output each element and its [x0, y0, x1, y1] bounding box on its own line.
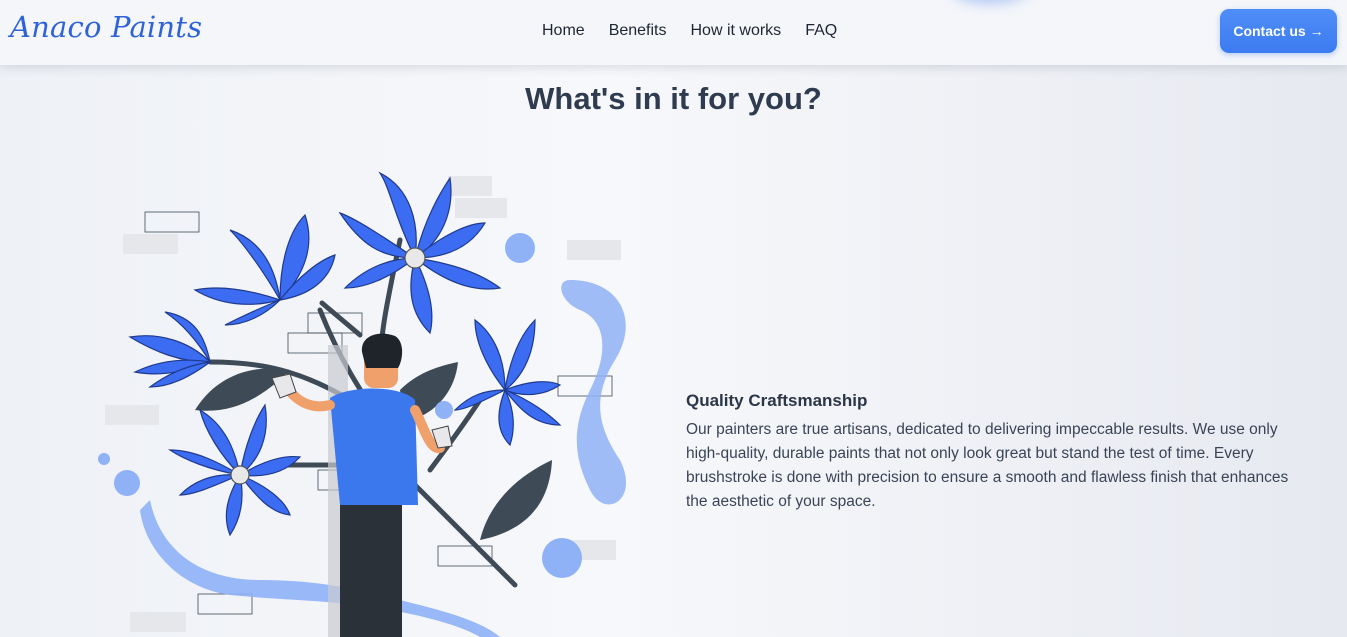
benefit-title: Quality Craftsmanship — [686, 391, 868, 410]
arrow-right-icon: → — [1309, 23, 1324, 39]
decorative-glow — [950, 0, 1030, 4]
section-title: What's in it for you? — [525, 81, 822, 116]
nav-link-how-it-works[interactable]: How it works — [691, 22, 782, 40]
nav-link-home[interactable]: Home — [542, 22, 585, 40]
painter-flowers-illustration — [98, 171, 627, 637]
contact-us-button[interactable]: Contact us → — [1220, 9, 1337, 53]
nav-link-faq[interactable]: FAQ — [805, 22, 837, 40]
nav-link-benefits[interactable]: Benefits — [609, 22, 667, 40]
nav-links: Home Benefits How it works FAQ — [542, 22, 837, 40]
navbar: Anaco Paints Home Benefits How it works … — [0, 0, 1347, 65]
benefit-card: Quality Craftsmanship Our painters are t… — [686, 391, 1291, 514]
contact-us-label: Contact us — [1233, 23, 1306, 39]
brand-logo[interactable]: Anaco Paints — [10, 10, 202, 44]
benefit-description: Our painters are true artisans, dedicate… — [686, 421, 1289, 510]
